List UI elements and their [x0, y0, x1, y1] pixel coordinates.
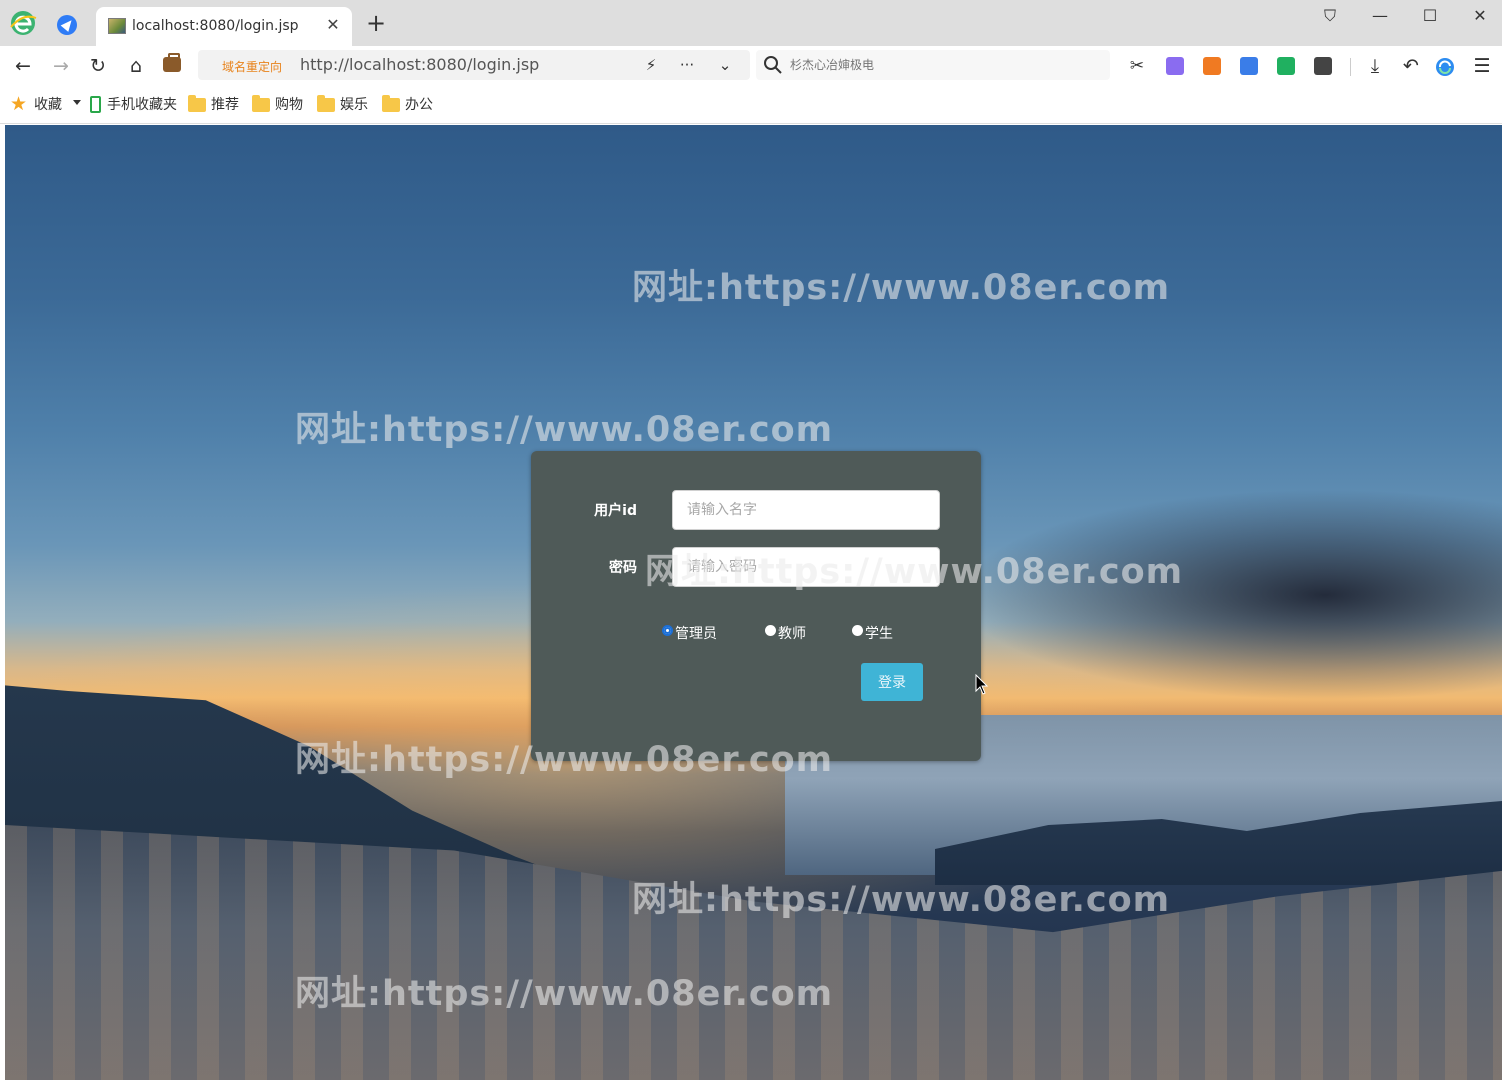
bookmark-shopping[interactable]: 购物	[275, 96, 303, 114]
watermark-text: 网址:https://www.08er.com	[632, 268, 1171, 308]
bookmark-entertainment[interactable]: 娱乐	[340, 96, 368, 114]
close-window-button[interactable]: ✕	[1462, 4, 1498, 28]
role-radio-admin[interactable]: 管理员	[662, 623, 717, 643]
home-button[interactable]: ⌂	[124, 54, 148, 78]
search-box[interactable]	[756, 50, 1110, 80]
forward-button[interactable]: →	[49, 54, 73, 78]
login-form: 用户id 密码 管理员 教师 学生 登录	[531, 451, 981, 761]
minimize-button[interactable]: —	[1362, 4, 1398, 28]
send-icon[interactable]	[57, 15, 77, 35]
password-input[interactable]	[672, 547, 940, 587]
star-icon: ★	[10, 93, 28, 115]
redirect-badge: 域名重定向	[222, 60, 283, 74]
maximize-button[interactable]: ☐	[1412, 4, 1448, 28]
new-tab-button[interactable]: +	[364, 11, 388, 35]
toolbox-icon[interactable]	[163, 53, 181, 72]
user-id-label: 用户id	[594, 503, 637, 519]
bookmark-favorites[interactable]: 收藏	[34, 96, 62, 114]
radio-button[interactable]	[765, 624, 776, 636]
sync-icon[interactable]	[1435, 57, 1455, 77]
phone-icon	[90, 96, 101, 113]
login-button[interactable]: 登录	[861, 663, 923, 701]
user-id-input[interactable]	[672, 490, 940, 530]
bookmark-office[interactable]: 办公	[405, 96, 433, 114]
translate-extension-icon[interactable]	[1166, 57, 1184, 75]
role-teacher-label: 教师	[778, 626, 806, 642]
role-student-label: 学生	[865, 626, 893, 642]
skin-icon[interactable]: ⛉	[1312, 4, 1348, 28]
role-admin-label: 管理员	[675, 626, 717, 642]
folder-icon	[252, 95, 270, 112]
radio-button-checked[interactable]	[662, 624, 673, 636]
wechat-extension-icon[interactable]	[1277, 57, 1295, 75]
fox-extension-icon[interactable]	[1203, 57, 1221, 75]
apps-grid-icon[interactable]	[1314, 57, 1332, 75]
tab-login[interactable]: localhost:8080/login.jsp ✕	[96, 7, 352, 46]
back-button[interactable]: ←	[11, 54, 35, 78]
folder-icon	[382, 95, 400, 112]
menu-icon[interactable]: ☰	[1470, 54, 1494, 78]
folder-icon	[188, 95, 206, 112]
folder-icon	[317, 95, 335, 112]
reload-button[interactable]: ↻	[86, 54, 110, 78]
browser-logo-icon[interactable]	[9, 9, 37, 37]
download-icon[interactable]: ⤓	[1363, 54, 1387, 78]
tab-title: localhost:8080/login.jsp	[132, 18, 299, 34]
watermark-text: 网址:https://www.08er.com	[295, 410, 834, 450]
browser-tab-strip: localhost:8080/login.jsp ✕ + ⛉ — ☐ ✕	[0, 0, 1502, 46]
page-viewport: 用户id 密码 管理员 教师 学生 登录 网址:https://www.08er…	[5, 125, 1502, 1080]
radio-button[interactable]	[852, 624, 863, 636]
chevron-down-icon[interactable]: ⌄	[714, 54, 736, 76]
screen-extension-icon[interactable]	[1240, 57, 1258, 75]
password-label: 密码	[609, 560, 637, 576]
bookmark-mobile[interactable]: 手机收藏夹	[107, 96, 177, 114]
browser-toolbar: ← → ↻ ⌂ 域名重定向 http://localhost:8080/logi…	[0, 46, 1502, 86]
search-icon[interactable]	[762, 54, 784, 76]
address-url[interactable]: http://localhost:8080/login.jsp	[300, 55, 539, 74]
bookmark-recommend[interactable]: 推荐	[211, 96, 239, 114]
more-icon[interactable]: ···	[676, 54, 698, 76]
role-radio-student[interactable]: 学生	[852, 623, 893, 643]
scissors-icon[interactable]: ✂	[1125, 54, 1149, 78]
toolbar-divider	[1350, 58, 1351, 76]
lightning-icon[interactable]: ⚡	[640, 54, 662, 76]
bookmarks-bar: ★ 收藏 手机收藏夹 推荐 购物 娱乐 办公	[0, 86, 1502, 124]
caret-down-icon[interactable]	[73, 100, 81, 105]
mouse-pointer-icon	[975, 674, 989, 695]
search-input[interactable]	[790, 55, 1100, 75]
undo-icon[interactable]: ↶	[1399, 54, 1423, 78]
address-bar[interactable]: 域名重定向 http://localhost:8080/login.jsp ⚡ …	[198, 50, 750, 80]
close-tab-icon[interactable]: ✕	[324, 15, 342, 35]
role-radio-teacher[interactable]: 教师	[765, 623, 806, 643]
image-favicon-icon	[108, 18, 126, 34]
